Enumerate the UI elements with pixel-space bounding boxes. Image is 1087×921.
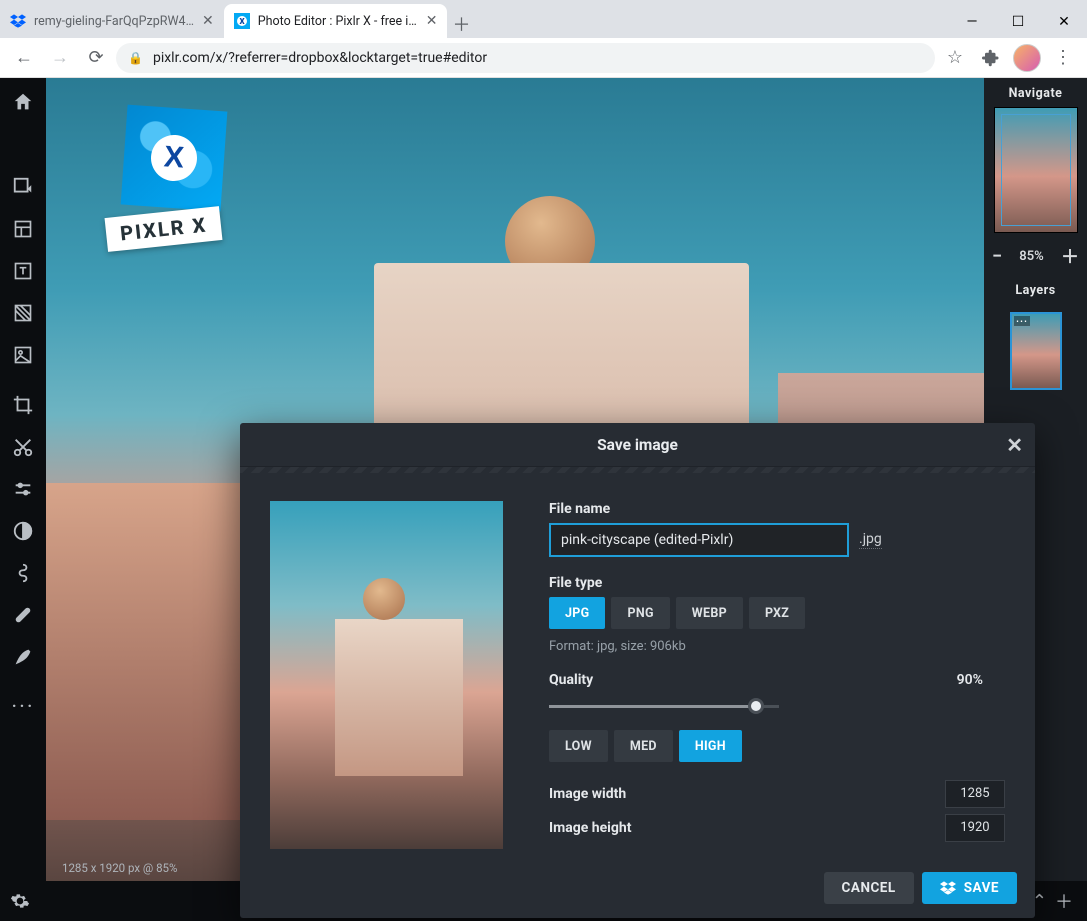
heal-tool-icon[interactable] — [0, 594, 46, 636]
save-preview-thumbnail — [270, 501, 503, 849]
lock-icon: 🔒 — [128, 51, 143, 65]
bookmark-star-icon[interactable]: ☆ — [939, 42, 971, 74]
image-tool-icon[interactable] — [0, 334, 46, 376]
layer-thumbnail[interactable]: ⋯ — [1010, 312, 1062, 390]
nav-back-icon[interactable]: ← — [8, 42, 40, 74]
pixlr-icon: X — [234, 13, 250, 29]
dialog-cancel-label: CANCEL — [842, 880, 896, 896]
tool-palette: ··· — [0, 78, 46, 921]
tab-close-icon[interactable]: ✕ — [426, 13, 438, 29]
fill-tool-icon[interactable] — [0, 292, 46, 334]
navigator-thumbnail[interactable] — [994, 107, 1078, 233]
pixlr-logo-text: PIXLR X — [105, 206, 223, 252]
arrange-tool-icon[interactable] — [0, 166, 46, 208]
home-icon[interactable] — [0, 82, 46, 122]
dialog-save-label: SAVE — [964, 880, 999, 896]
file-name-input[interactable] — [549, 523, 849, 557]
layer-options-icon[interactable]: ⋯ — [1014, 316, 1030, 326]
quality-low[interactable]: LOW — [549, 730, 608, 762]
navigate-label: Navigate — [1009, 86, 1063, 101]
add-icon[interactable]: ＋ — [1055, 888, 1073, 914]
zoom-out-button[interactable]: − — [992, 246, 1002, 267]
browser-titlebar: remy-gieling-FarQqPzpRW4-uns… ✕ X Photo … — [0, 0, 1087, 38]
dropbox-icon — [10, 13, 26, 29]
layers-label: Layers — [1015, 283, 1055, 298]
crop-tool-icon[interactable] — [0, 384, 46, 426]
image-width-label: Image width — [549, 786, 626, 802]
settings-icon[interactable] — [10, 891, 46, 911]
window-minimize-icon[interactable]: — — [949, 6, 995, 38]
file-name-label: File name — [549, 501, 1005, 517]
quality-high[interactable]: HIGH — [679, 730, 742, 762]
image-width-input[interactable]: 1285 — [945, 780, 1005, 808]
browser-tab-0[interactable]: remy-gieling-FarQqPzpRW4-uns… ✕ — [0, 4, 224, 38]
browser-tab-1[interactable]: X Photo Editor : Pixlr X - free image… ✕ — [224, 4, 448, 38]
tab-close-icon[interactable]: ✕ — [202, 13, 214, 29]
file-type-jpg[interactable]: JPG — [549, 597, 605, 629]
zoom-value: 85% — [1019, 249, 1043, 264]
layout-tool-icon[interactable] — [0, 208, 46, 250]
file-type-segmented: JPG PNG WEBP PXZ — [549, 597, 1005, 629]
save-image-dialog: Save image ✕ File name .jpg File type JP… — [240, 423, 1035, 918]
quality-slider[interactable] — [549, 696, 779, 716]
quality-label: Quality — [549, 672, 593, 688]
image-height-label: Image height — [549, 820, 631, 836]
pixlr-logo: PIXLR X — [106, 108, 256, 246]
file-extension[interactable]: .jpg — [859, 531, 882, 549]
save-form: File name .jpg File type JPG PNG WEBP PX… — [549, 501, 1005, 849]
file-type-png[interactable]: PNG — [611, 597, 669, 629]
url-text: pixlr.com/x/?referrer=dropbox&locktarget… — [153, 50, 487, 66]
nav-forward-icon[interactable]: → — [44, 42, 76, 74]
file-type-webp[interactable]: WEBP — [676, 597, 743, 629]
adjust-tool-icon[interactable] — [0, 468, 46, 510]
image-height-input[interactable]: 1920 — [945, 814, 1005, 842]
format-hint: Format: jpg, size: 906kb — [549, 639, 1005, 654]
quality-level-segmented: LOW MED HIGH — [549, 730, 1005, 762]
window-maximize-icon[interactable]: ☐ — [995, 6, 1041, 38]
zoom-in-button[interactable]: ＋ — [1061, 243, 1079, 269]
draw-tool-icon[interactable] — [0, 636, 46, 678]
dropbox-icon — [940, 880, 956, 896]
file-type-pxz[interactable]: PXZ — [749, 597, 805, 629]
nav-reload-icon[interactable]: ⟳ — [80, 42, 112, 74]
quality-med[interactable]: MED — [614, 730, 673, 762]
browser-tab-0-title: remy-gieling-FarQqPzpRW4-uns… — [34, 14, 194, 29]
file-type-label: File type — [549, 575, 1005, 591]
pixlr-app: ··· PIXLR X Navigate − 85% ＋ Layers ⋯ 12… — [0, 78, 1087, 921]
dialog-cancel-button[interactable]: CANCEL — [824, 872, 914, 904]
canvas-status: 1285 x 1920 px @ 85% — [46, 857, 193, 879]
quality-value: 90% — [957, 672, 983, 688]
canvas-status-text: 1285 x 1920 px @ 85% — [62, 861, 177, 875]
url-input[interactable]: 🔒 pixlr.com/x/?referrer=dropbox&locktarg… — [116, 43, 935, 73]
window-controls: — ☐ ✕ — [949, 6, 1087, 38]
profile-avatar[interactable] — [1011, 42, 1043, 74]
extensions-icon[interactable] — [975, 42, 1007, 74]
svg-text:X: X — [239, 17, 245, 26]
window-close-icon[interactable]: ✕ — [1041, 6, 1087, 38]
chrome-menu-icon[interactable]: ⋮ — [1047, 42, 1079, 74]
text-tool-icon[interactable] — [0, 250, 46, 292]
contrast-tool-icon[interactable] — [0, 510, 46, 552]
dialog-title: Save image — [597, 436, 678, 454]
dialog-header: Save image ✕ — [240, 423, 1035, 467]
more-tools-icon[interactable]: ··· — [0, 686, 46, 728]
cut-tool-icon[interactable] — [0, 426, 46, 468]
new-tab-button[interactable]: ＋ — [447, 10, 475, 38]
liquify-tool-icon[interactable] — [0, 552, 46, 594]
dialog-save-button[interactable]: SAVE — [922, 872, 1017, 904]
browser-tab-1-title: Photo Editor : Pixlr X - free image… — [258, 14, 418, 29]
browser-address-bar: ← → ⟳ 🔒 pixlr.com/x/?referrer=dropbox&lo… — [0, 38, 1087, 78]
dialog-close-icon[interactable]: ✕ — [1006, 433, 1023, 457]
